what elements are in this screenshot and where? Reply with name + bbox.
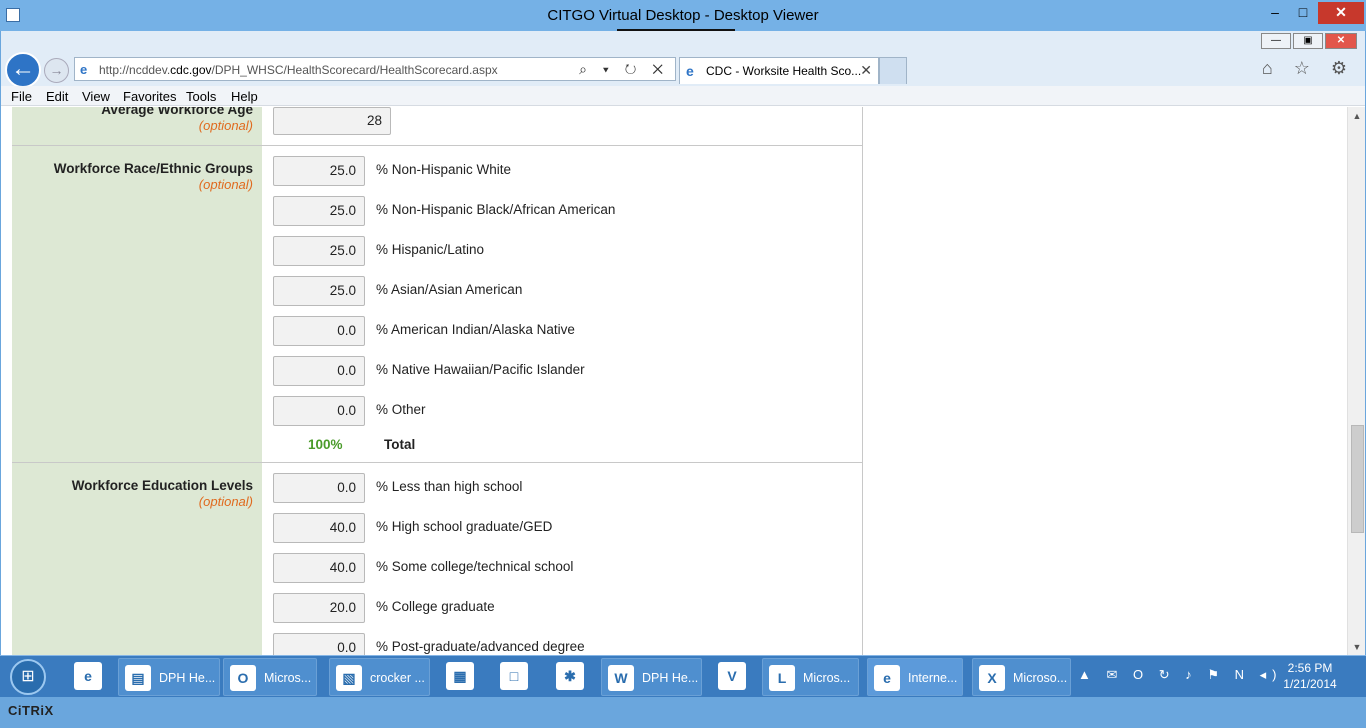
average-age-label: Average Workforce Age [101, 107, 253, 117]
race-label-native-hawaiian: % Native Hawaiian/Pacific Islander [376, 362, 585, 377]
browser-toolbar: — ▣ ✕ ← → e http://ncddev.cdc.gov/DPH_WH… [1, 31, 1365, 88]
address-controls[interactable]: ⌕ ▾ ↻ ✕ [579, 61, 669, 78]
vertical-scrollbar[interactable]: ▲ ▼ [1347, 107, 1365, 655]
menu-view[interactable]: View [82, 89, 110, 104]
taskbar-item-explorer[interactable]: ▤ DPH He... [118, 658, 220, 696]
forward-button[interactable]: → [44, 58, 69, 83]
browser-restore-button[interactable]: ▣ [1293, 33, 1323, 49]
race-label-non-hispanic-white: % Non-Hispanic White [376, 162, 512, 177]
race-input-non-hispanic-white[interactable]: 25.0 [273, 156, 365, 186]
address-url[interactable]: http://ncddev.cdc.gov/DPH_WHSC/HealthSco… [99, 63, 498, 77]
menu-bar: File Edit View Favorites Tools Help [1, 86, 1365, 106]
back-button[interactable]: ← [5, 52, 41, 88]
taskbar-item-lync[interactable]: L Micros... [762, 658, 859, 696]
citrix-status-bar: CiTRiX [0, 697, 1366, 728]
edu-label-college-graduate: % College graduate [376, 599, 495, 614]
system-tray-icons[interactable]: ▲ ✉ O ↻ ♪ ⚑ N ◂) [1078, 667, 1282, 683]
browser-close-button[interactable]: ✕ [1325, 33, 1357, 49]
visio-icon[interactable]: V [718, 662, 746, 690]
average-age-input[interactable]: 28 [273, 107, 391, 135]
edu-label-high-school: % High school graduate/GED [376, 519, 553, 534]
race-input-hispanic-latino[interactable]: 25.0 [273, 236, 365, 266]
divider [12, 145, 863, 146]
scrollbar-thumb[interactable] [1351, 425, 1364, 533]
browser-minimize-button[interactable]: — [1261, 33, 1291, 49]
document-icon[interactable]: □ [500, 662, 528, 690]
snipping-tool-icon[interactable]: ✱ [556, 662, 584, 690]
taskbar-item-excel[interactable]: X Microso... [972, 658, 1071, 696]
race-input-other[interactable]: 0.0 [273, 396, 365, 426]
tab-label: CDC - Worksite Health Sco... [706, 64, 862, 78]
word-icon: W [608, 665, 634, 691]
edu-input-college-graduate[interactable]: 20.0 [273, 593, 365, 623]
race-label-asian: % Asian/Asian American [376, 282, 523, 297]
window-title: CITGO Virtual Desktop - Desktop Viewer [547, 7, 819, 24]
scroll-up-icon[interactable]: ▲ [1348, 111, 1365, 121]
education-levels-label: Workforce Education Levels [71, 478, 253, 493]
scroll-down-icon[interactable]: ▼ [1348, 642, 1365, 652]
average-age-optional: (optional) [198, 118, 253, 133]
race-label-other: % Other [376, 402, 426, 417]
page-content: Average Workforce Age (optional) 28 Work… [1, 107, 1365, 655]
taskbar: ⊞ e ▤ DPH He... O Micros... ▧ crocker ..… [0, 655, 1366, 697]
race-input-american-indian[interactable]: 0.0 [273, 316, 365, 346]
race-groups-optional: (optional) [198, 177, 253, 192]
maximize-button[interactable]: □ [1290, 2, 1316, 24]
ie-icon: e [874, 665, 900, 691]
menu-help[interactable]: Help [231, 89, 258, 104]
race-label-non-hispanic-black: % Non-Hispanic Black/African American [376, 202, 616, 217]
lync-icon: L [769, 665, 795, 691]
taskbar-item-notepad[interactable]: ▧ crocker ... [329, 658, 430, 696]
tab-close-icon[interactable]: ✕ [860, 62, 872, 79]
education-levels-optional: (optional) [198, 494, 253, 509]
race-label-hispanic-latino: % Hispanic/Latino [376, 242, 485, 257]
ie-page-icon: e [80, 62, 88, 77]
browser-window: — ▣ ✕ ← → e http://ncddev.cdc.gov/DPH_WH… [1, 31, 1365, 655]
taskbar-item-internet-explorer[interactable]: e Interne... [867, 658, 963, 696]
home-favorites-settings-icons[interactable]: ⌂ ☆ ⚙ [1262, 58, 1355, 79]
tab-cdc-worksite[interactable]: e CDC - Worksite Health Sco... ✕ [679, 57, 879, 84]
menu-tools[interactable]: Tools [186, 89, 216, 104]
browser-window-controls: — ▣ ✕ [1261, 33, 1357, 49]
menu-favorites[interactable]: Favorites [123, 89, 176, 104]
race-input-asian[interactable]: 25.0 [273, 276, 365, 306]
taskbar-clock[interactable]: 2:56 PM 1/21/2014 [1278, 660, 1342, 692]
health-scorecard-form: Average Workforce Age (optional) 28 Work… [12, 107, 863, 655]
address-bar[interactable]: e http://ncddev.cdc.gov/DPH_WHSC/HealthS… [74, 57, 676, 81]
taskbar-ie-icon[interactable]: e [74, 662, 102, 690]
race-input-non-hispanic-black[interactable]: 25.0 [273, 196, 365, 226]
race-label-american-indian: % American Indian/Alaska Native [376, 322, 575, 337]
calculator-icon[interactable]: ▦ [446, 662, 474, 690]
notepad-icon: ▧ [336, 665, 362, 691]
race-total-label: Total [384, 437, 416, 452]
clock-date: 1/21/2014 [1283, 677, 1337, 691]
close-button[interactable]: ✕ [1318, 2, 1364, 24]
start-button[interactable]: ⊞ [10, 659, 46, 695]
folder-icon: ▤ [125, 665, 151, 691]
clock-time: 2:56 PM [1287, 661, 1333, 675]
edu-label-post-graduate: % Post-graduate/advanced degree [376, 639, 585, 654]
menu-edit[interactable]: Edit [46, 89, 68, 104]
race-input-native-hawaiian[interactable]: 0.0 [273, 356, 365, 386]
ie-tab-icon: e [686, 63, 694, 79]
edu-input-some-college[interactable]: 40.0 [273, 553, 365, 583]
taskbar-item-outlook[interactable]: O Micros... [223, 658, 317, 696]
edu-label-less-than-high-school: % Less than high school [376, 479, 523, 494]
edu-label-some-college: % Some college/technical school [376, 559, 574, 574]
edu-input-high-school[interactable]: 40.0 [273, 513, 365, 543]
menu-file[interactable]: File [11, 89, 32, 104]
new-tab-button[interactable] [879, 57, 907, 84]
outlook-icon: O [230, 665, 256, 691]
edu-input-post-graduate[interactable]: 0.0 [273, 633, 365, 655]
edu-input-less-than-high-school[interactable]: 0.0 [273, 473, 365, 503]
excel-icon: X [979, 665, 1005, 691]
divider [12, 462, 863, 463]
citrix-title-bar: CITGO Virtual Desktop - Desktop Viewer –… [0, 0, 1366, 31]
race-total-value: 100% [308, 437, 343, 452]
taskbar-item-word[interactable]: W DPH He... [601, 658, 702, 696]
race-groups-label: Workforce Race/Ethnic Groups [53, 161, 253, 176]
minimize-button[interactable]: – [1262, 2, 1288, 24]
citrix-logo: CiTRiX [8, 703, 54, 718]
